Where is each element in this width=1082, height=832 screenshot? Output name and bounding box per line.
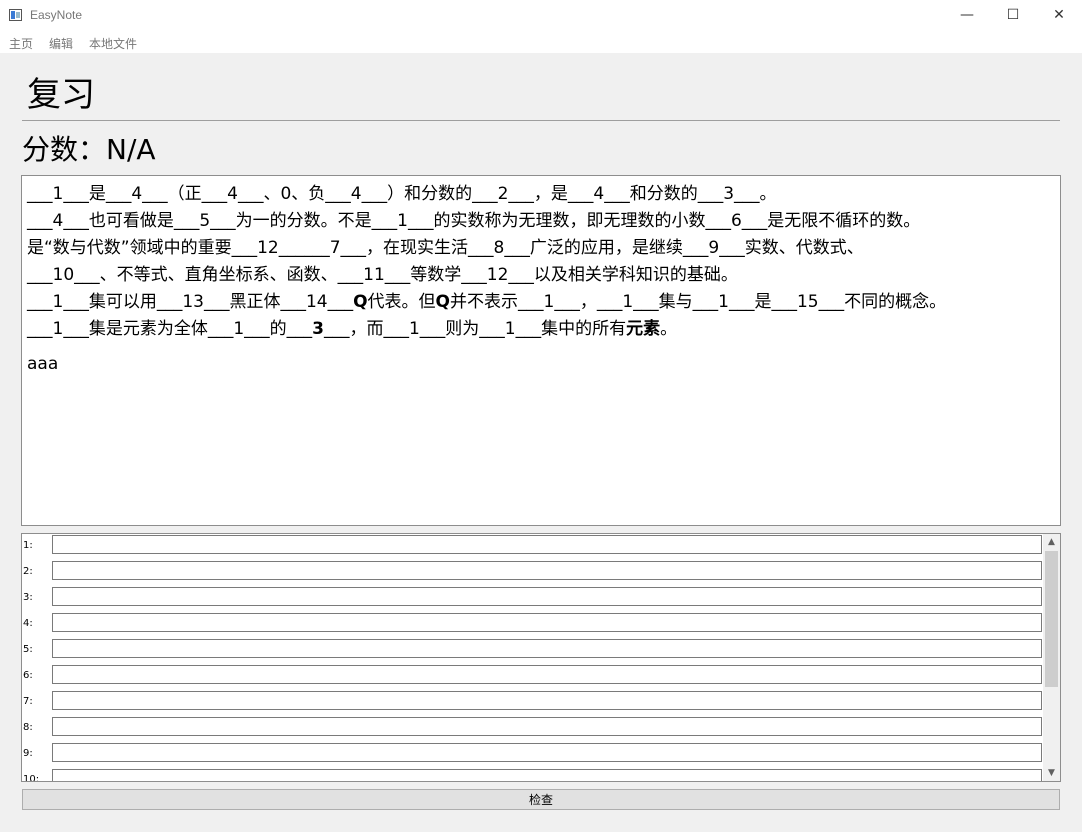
answer-input[interactable] xyxy=(52,561,1042,580)
note-content: ___1___是___4___（正___4___、0、负___4___）和分数的… xyxy=(27,181,1055,343)
answer-scrollbar[interactable]: ▲ ▼ xyxy=(1043,534,1060,781)
answer-row: 1: xyxy=(22,535,1044,561)
answer-input[interactable] xyxy=(52,691,1042,710)
note-line: ___1___集可以用___13___黑正体___14___Q代表。但Q并不表示… xyxy=(27,289,1055,316)
answer-list[interactable]: 1: 2: 3: 4: 5: 6: 7: 8: 9: 10: ▲ ▼ xyxy=(21,533,1061,782)
answer-number: 6: xyxy=(23,670,33,681)
answer-number: 9: xyxy=(23,748,33,759)
answer-input[interactable] xyxy=(52,613,1042,632)
scroll-down-arrow-icon[interactable]: ▼ xyxy=(1043,765,1060,781)
note-text: ___1___是___4___（正___4___、0、负___4___）和分数的… xyxy=(27,184,777,204)
note-line: 是“数与代数”领域中的重要___12______7___，在现实生活___8__… xyxy=(27,235,1055,262)
scroll-thumb[interactable] xyxy=(1045,551,1058,687)
answer-row: 10: xyxy=(22,769,1044,782)
answer-row: 4: xyxy=(22,613,1044,639)
window-title: EasyNote xyxy=(30,8,83,22)
answer-input[interactable] xyxy=(52,769,1042,781)
note-text: ___1___集是元素为全体___1___的___ xyxy=(27,319,313,339)
note-text: 代表。但 xyxy=(367,292,436,312)
note-line: ___1___是___4___（正___4___、0、负___4___）和分数的… xyxy=(27,181,1055,208)
answer-input[interactable] xyxy=(52,665,1042,684)
answer-number: 10: xyxy=(23,774,40,782)
answer-input[interactable] xyxy=(52,717,1042,736)
close-button[interactable]: ✕ xyxy=(1036,0,1082,30)
answer-row: 5: xyxy=(22,639,1044,665)
answer-input[interactable] xyxy=(52,639,1042,658)
answer-row: 9: xyxy=(22,743,1044,769)
note-text: 。 xyxy=(660,319,678,339)
answer-input[interactable] xyxy=(52,587,1042,606)
title-divider xyxy=(22,120,1060,121)
answer-row: 2: xyxy=(22,561,1044,587)
score-label: 分数：N/A xyxy=(22,133,156,166)
answer-number: 5: xyxy=(23,644,33,655)
answer-input[interactable] xyxy=(52,535,1042,554)
note-line: ___10___、不等式、直角坐标系、函数、___11___等数学___12__… xyxy=(27,262,1055,289)
note-bold-text: Q xyxy=(353,292,368,312)
menu-local-files[interactable]: 本地文件 xyxy=(89,35,137,52)
answer-number: 3: xyxy=(23,592,33,603)
answer-input[interactable] xyxy=(52,743,1042,762)
note-text-editor[interactable]: ___1___是___4___（正___4___、0、负___4___）和分数的… xyxy=(21,175,1061,526)
note-text: 并不表示___1___，___1___集与___1___是___15___不同的… xyxy=(450,292,947,312)
minimize-button[interactable]: — xyxy=(944,0,990,30)
note-bold-text: 3 xyxy=(312,319,324,339)
menu-bar: 主页 编辑 本地文件 xyxy=(0,32,1082,53)
check-button[interactable]: 检查 xyxy=(22,789,1060,810)
note-text: ___，而___1___则为___1___集中的所有 xyxy=(323,319,627,339)
note-extra-text: aaa xyxy=(27,354,59,374)
answer-number: 2: xyxy=(23,566,33,577)
maximize-button[interactable]: ☐ xyxy=(990,0,1036,30)
answer-row: 3: xyxy=(22,587,1044,613)
answer-row: 6: xyxy=(22,665,1044,691)
page-title: 复习 xyxy=(27,75,95,115)
note-text: ___1___集可以用___13___黑正体___14___ xyxy=(27,292,354,312)
note-line: ___1___集是元素为全体___1___的___3___，而___1___则为… xyxy=(27,316,1055,343)
note-bold-text: 元素 xyxy=(626,319,661,339)
answer-number: 8: xyxy=(23,722,33,733)
note-line: ___4___也可看做是___5___为一的分数。不是___1___的实数称为无… xyxy=(27,208,1055,235)
answer-number: 7: xyxy=(23,696,33,707)
scroll-up-arrow-icon[interactable]: ▲ xyxy=(1043,534,1060,550)
note-text: ___10___、不等式、直角坐标系、函数、___11___等数学___12__… xyxy=(27,265,738,285)
answer-row: 7: xyxy=(22,691,1044,717)
answer-number: 1: xyxy=(23,540,33,551)
app-icon xyxy=(9,9,22,21)
note-text: ___4___也可看做是___5___为一的分数。不是___1___的实数称为无… xyxy=(27,211,921,231)
note-bold-text: Q xyxy=(435,292,450,312)
answer-row: 8: xyxy=(22,717,1044,743)
answer-number: 4: xyxy=(23,618,33,629)
menu-edit[interactable]: 编辑 xyxy=(49,35,73,52)
menu-home[interactable]: 主页 xyxy=(9,35,33,52)
note-text: 是“数与代数”领域中的重要___12______7___，在现实生活___8__… xyxy=(27,238,864,258)
title-bar: EasyNote — ☐ ✕ xyxy=(0,0,1082,32)
